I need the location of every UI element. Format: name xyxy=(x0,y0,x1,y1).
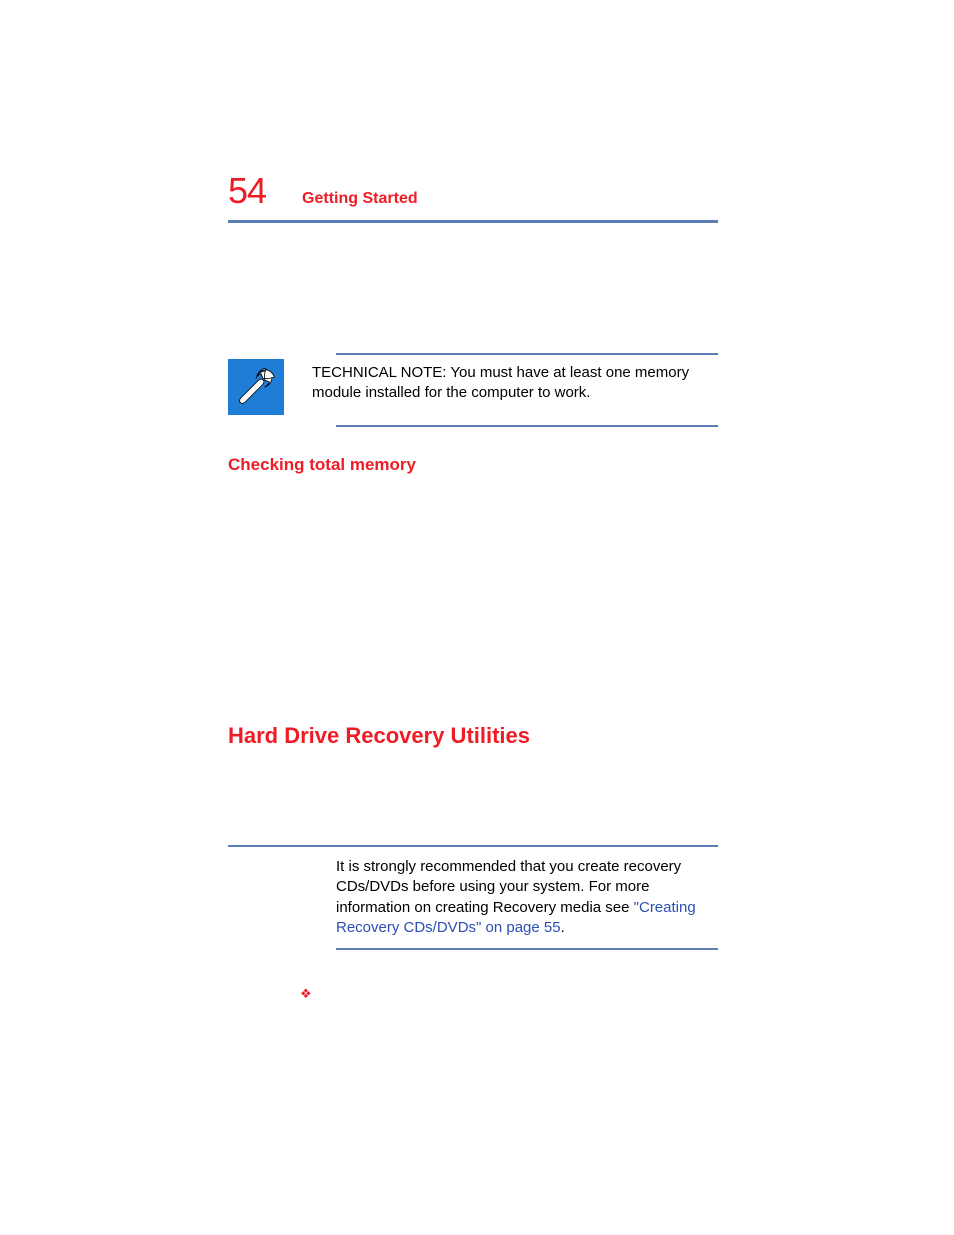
diamond-bullet-icon: ❖ xyxy=(300,986,312,1002)
document-page: 54 Getting Started TECHNICAL NOTE: You m… xyxy=(228,170,718,1002)
note-rule-bottom xyxy=(336,425,718,427)
list-item: ❖ xyxy=(300,986,718,1002)
header-rule xyxy=(228,220,718,223)
recommendation-suffix: . xyxy=(561,919,565,936)
subsection-heading: Checking total memory xyxy=(228,455,718,475)
recommendation-prefix: It is strongly recommended that you crea… xyxy=(336,858,681,916)
recommendation-rule-bottom xyxy=(336,948,718,950)
recommendation-rule-top xyxy=(228,845,718,847)
wrench-icon xyxy=(228,359,284,415)
note-row: TECHNICAL NOTE: You must have at least o… xyxy=(228,355,718,415)
recommendation-block: It is strongly recommended that you crea… xyxy=(228,845,718,950)
section-heading: Hard Drive Recovery Utilities xyxy=(228,723,718,749)
chapter-title: Getting Started xyxy=(302,190,418,208)
technical-note-block: TECHNICAL NOTE: You must have at least o… xyxy=(228,353,718,427)
recommendation-text: It is strongly recommended that you crea… xyxy=(336,857,716,938)
page-header: 54 Getting Started xyxy=(228,170,718,212)
technical-note-text: TECHNICAL NOTE: You must have at least o… xyxy=(312,363,718,404)
page-number: 54 xyxy=(228,170,266,212)
